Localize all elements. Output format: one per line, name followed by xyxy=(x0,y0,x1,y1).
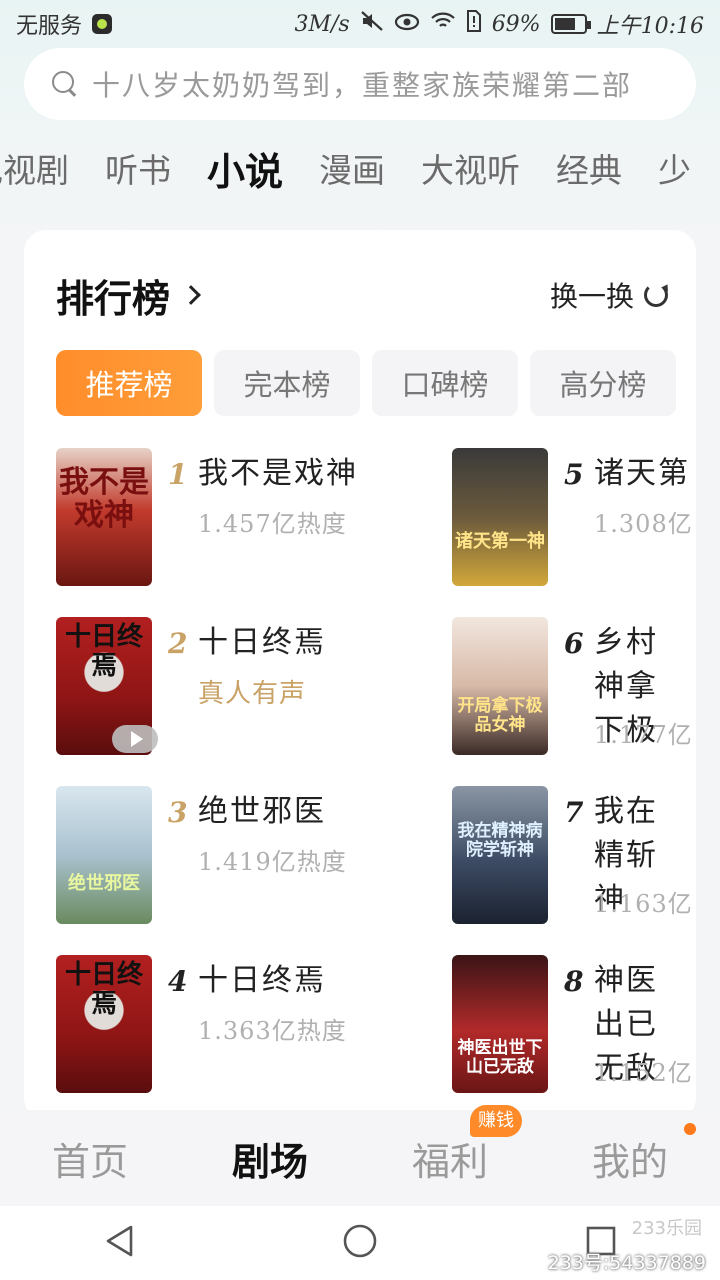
sim-icon xyxy=(466,10,482,38)
tab-tv-series[interactable]: 电视剧 xyxy=(0,144,69,192)
book-item[interactable]: 神医出世下山已无敌 8 神医出已无敌 1.152亿 xyxy=(452,955,696,1093)
rank-number: 6 xyxy=(564,627,584,660)
rank-number: 5 xyxy=(564,458,584,491)
book-cover[interactable]: 神医出世下山已无敌 xyxy=(452,955,548,1093)
book-title: 我不是戏神 xyxy=(198,456,358,491)
tab-classic[interactable]: 经典 xyxy=(556,144,622,192)
book-item[interactable]: 十日终焉 2 十日终焉 真人有声 xyxy=(56,617,376,755)
tab-audiovisual[interactable]: 大视听 xyxy=(421,144,520,192)
refresh-button[interactable]: 换一换 xyxy=(550,275,668,315)
rank-number: 2 xyxy=(168,627,188,660)
watermark-id: 233号:54337889 xyxy=(547,1252,706,1274)
ranking-title: 排行榜 xyxy=(56,275,171,321)
home-icon[interactable] xyxy=(342,1223,378,1263)
book-item[interactable]: 开局拿下极品女神 6 乡村神拿下极 1.177亿 xyxy=(452,617,696,755)
cover-title: 神医出世下山已无敌 xyxy=(457,1038,543,1077)
cover-title: 我不是戏神 xyxy=(59,465,149,533)
cover-title: 我在精神病院学斩神 xyxy=(457,821,543,860)
cover-title: 开局拿下极品女神 xyxy=(457,696,543,735)
battery-icon xyxy=(550,14,591,34)
play-icon[interactable] xyxy=(112,725,158,753)
app-notification-icon xyxy=(92,14,113,34)
cover-title: 诸天第一神 xyxy=(455,531,545,552)
wifi-icon xyxy=(430,11,456,37)
rank-number: 3 xyxy=(168,796,188,829)
book-cover[interactable]: 绝世邪医 xyxy=(56,786,152,924)
book-cover[interactable]: 开局拿下极品女神 xyxy=(452,617,548,755)
book-title: 绝世邪医 xyxy=(198,794,326,829)
book-item[interactable]: 我在精神病院学斩神 7 我在精斩神 1.163亿 xyxy=(452,786,696,924)
book-title: 十日终焉 xyxy=(198,625,326,660)
bottom-nav: 首页 剧场 福利 赚钱 我的 xyxy=(0,1104,720,1206)
earn-badge: 赚钱 xyxy=(470,1104,522,1137)
eye-icon xyxy=(394,12,420,37)
nav-home-label: 首页 xyxy=(51,1139,128,1184)
back-icon[interactable] xyxy=(103,1224,135,1262)
book-title: 诸天第 xyxy=(594,456,690,491)
rank-tabs: 推荐榜 完本榜 口碑榜 高分榜 xyxy=(56,350,696,416)
rank-tab-completed[interactable]: 完本榜 xyxy=(214,350,360,416)
category-tabs: 电视剧 听书 小说 漫画 大视听 经典 少 xyxy=(0,136,720,200)
rank-tab-reputation[interactable]: 口碑榜 xyxy=(372,350,518,416)
book-heat: 1.419亿热度 xyxy=(198,848,347,876)
mute-icon xyxy=(360,10,384,38)
rank-number: 8 xyxy=(564,965,584,998)
refresh-label: 换一换 xyxy=(549,280,634,313)
book-item[interactable]: 十日终焉 4 十日终焉 1.363亿热度 xyxy=(56,955,376,1093)
clock: 上午10:16 xyxy=(596,14,704,39)
rank-tab-high-score[interactable]: 高分榜 xyxy=(530,350,676,416)
search-bar[interactable]: 十八岁太奶奶驾到，重整家族荣耀第二部 xyxy=(24,48,696,120)
audio-label: 真人有声 xyxy=(198,679,307,709)
book-heat: 1.363亿热度 xyxy=(198,1017,347,1045)
carrier-label: 无服务 xyxy=(16,14,83,39)
book-title: 十日终焉 xyxy=(198,963,326,998)
search-icon xyxy=(52,71,78,97)
book-item[interactable]: 我不是戏神 1 我不是戏神 1.457亿热度 xyxy=(56,448,376,586)
book-heat: 1.152亿 xyxy=(594,1059,693,1087)
nav-welfare-label: 福利 xyxy=(411,1139,488,1184)
cover-title: 绝世邪医 xyxy=(68,873,140,894)
nav-profile[interactable]: 我的 xyxy=(540,1122,720,1186)
card-header: 排行榜 换一换 xyxy=(56,268,668,323)
book-item[interactable]: 绝世邪医 3 绝世邪医 1.419亿热度 xyxy=(56,786,376,924)
tab-novel[interactable]: 小说 xyxy=(196,136,283,196)
book-heat: 1.177亿 xyxy=(594,721,693,749)
tab-comic[interactable]: 漫画 xyxy=(319,144,385,192)
book-item[interactable]: 诸天第一神 5 诸天第 1.308亿 xyxy=(452,448,696,586)
cover-title: 十日终焉 xyxy=(64,622,143,681)
book-heat: 1.457亿热度 xyxy=(198,510,347,538)
book-heat: 1.308亿 xyxy=(594,510,693,538)
book-cover[interactable]: 十日终焉 xyxy=(56,955,152,1093)
search-placeholder: 十八岁太奶奶驾到，重整家族荣耀第二部 xyxy=(92,69,633,102)
book-heat: 1.163亿 xyxy=(594,890,693,918)
chevron-right-icon xyxy=(181,285,201,305)
battery-percent: 69% xyxy=(491,11,541,37)
rank-number: 7 xyxy=(564,796,584,829)
network-speed: 3M/s xyxy=(294,11,350,37)
book-cover[interactable]: 诸天第一神 xyxy=(452,448,548,586)
book-cover[interactable]: 我在精神病院学斩神 xyxy=(452,786,548,924)
nav-profile-label: 我的 xyxy=(591,1139,668,1184)
nav-theater[interactable]: 剧场 xyxy=(180,1131,360,1186)
rank-number: 1 xyxy=(168,458,188,491)
watermark-logo: 233乐园 xyxy=(631,1218,702,1239)
cover-title: 十日终焉 xyxy=(64,960,143,1019)
ranking-title-link[interactable]: 排行榜 xyxy=(56,268,201,323)
rank-tab-recommended[interactable]: 推荐榜 xyxy=(56,350,202,416)
nav-home[interactable]: 首页 xyxy=(0,1131,180,1186)
status-bar: 无服务 3M/s 69% 上午10:16 xyxy=(0,0,720,48)
book-cover[interactable]: 我不是戏神 xyxy=(56,448,152,586)
ranking-card: 排行榜 换一换 推荐榜 完本榜 口碑榜 高分榜 我不是戏神 1 我不是戏神 1.… xyxy=(24,230,696,1120)
notification-dot xyxy=(684,1122,696,1135)
tab-audiobook[interactable]: 听书 xyxy=(105,144,171,192)
tab-more[interactable]: 少 xyxy=(658,144,691,192)
nav-theater-label: 剧场 xyxy=(231,1138,308,1184)
rank-number: 4 xyxy=(168,965,188,998)
nav-welfare[interactable]: 福利 赚钱 xyxy=(360,1104,540,1186)
refresh-icon xyxy=(644,283,668,307)
